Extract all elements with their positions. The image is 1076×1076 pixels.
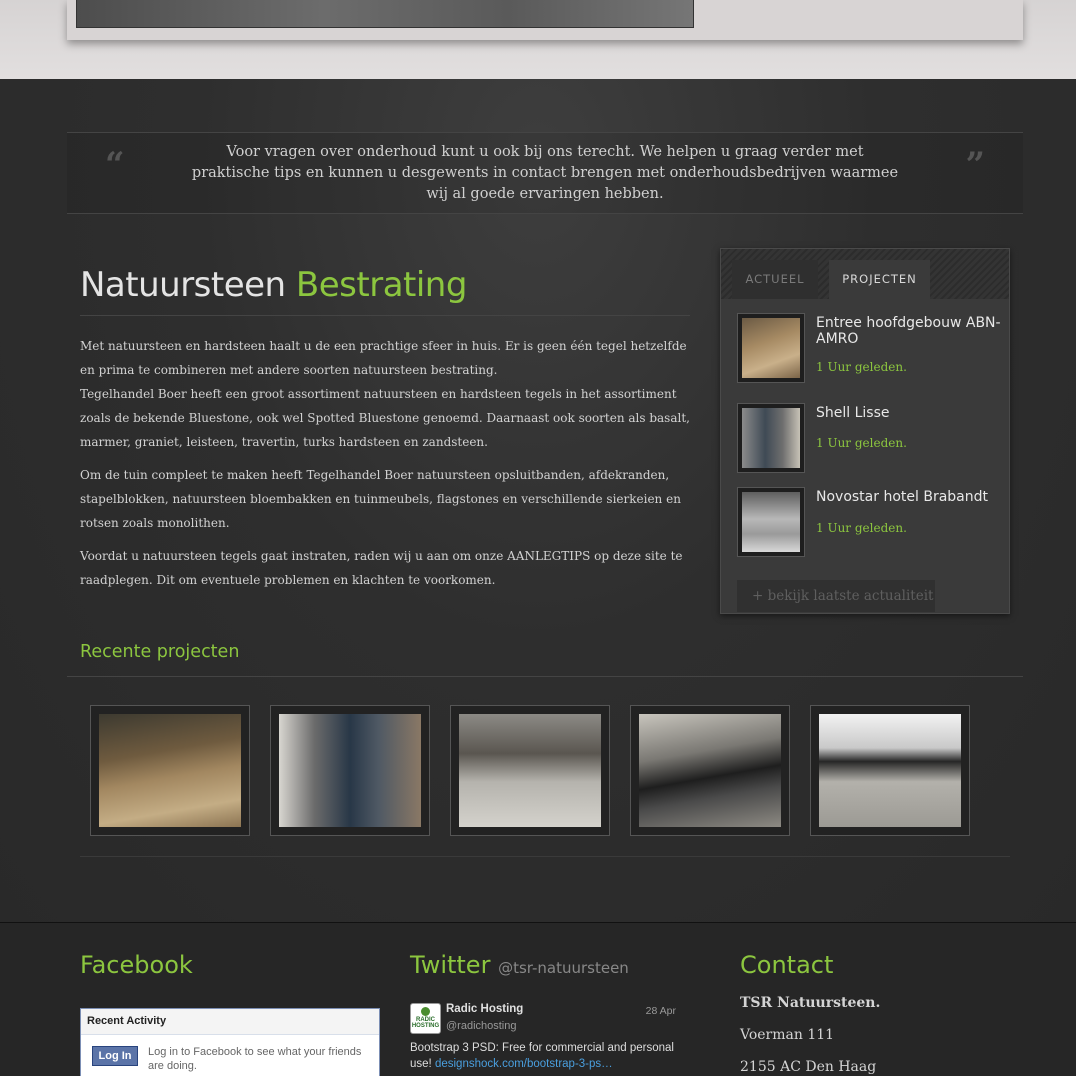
quote-close-icon: ” [965, 145, 985, 185]
news-widget: ACTUEEL PROJECTEN Entree hoofdgebouw ABN… [720, 248, 1010, 614]
tweet-user[interactable]: @radichosting [446, 1020, 516, 1032]
more-news-link[interactable]: + bekijk laatste actualiteit [737, 580, 935, 612]
widget-tabs: ACTUEEL PROJECTEN [721, 249, 1009, 299]
twitter-title: Twitter @tsr-natuursteen [410, 951, 629, 979]
slider-image[interactable] [76, 0, 694, 28]
facebook-login-button[interactable]: Log In [92, 1046, 138, 1066]
footer: Facebook Recent Activity Log In Log in t… [0, 922, 1076, 1076]
contact-details: TSR Natuursteen. Voerman 111 2155 AC Den… [740, 995, 880, 1076]
facebook-title: Facebook [80, 951, 193, 979]
facebook-login-text: Log in to Facebook to see what your frie… [148, 1046, 362, 1072]
twitter-title-text: Twitter [410, 951, 491, 979]
divider [67, 676, 1023, 677]
main-content: “ Voor vragen over onderhoud kunt u ook … [0, 79, 1076, 922]
item-title[interactable]: Shell Lisse [816, 405, 1002, 421]
divider [80, 856, 1010, 857]
address-city: 2155 AC Den Haag [740, 1059, 877, 1075]
project-thumbnail[interactable] [737, 487, 805, 557]
image-slider [67, 0, 1023, 40]
title-accent: Bestrating [295, 265, 468, 305]
project-card[interactable] [630, 705, 790, 836]
quote-open-icon: “ [105, 145, 125, 185]
item-time: 1 Uur geleden. [816, 521, 907, 535]
tweet-avatar[interactable]: RADIC HOSTING [410, 1003, 441, 1034]
article: Natuursteen Bestrating Met natuursteen e… [80, 265, 690, 601]
tweet-author[interactable]: Radic Hosting [446, 1003, 523, 1015]
list-item[interactable]: Entree hoofdgebouw ABN-AMRO 1 Uur gelede… [737, 313, 1002, 389]
quote-text: Voor vragen over onderhoud kunt u ook bi… [191, 144, 899, 202]
item-title[interactable]: Entree hoofdgebouw ABN-AMRO [816, 315, 1002, 347]
company-name: TSR Natuursteen. [740, 995, 881, 1011]
project-thumbnail[interactable] [737, 313, 805, 383]
paragraph-text: Tegelhandel Boer heeft een groot assorti… [80, 387, 690, 449]
article-paragraph: Om de tuin compleet te maken heeft Tegel… [80, 468, 681, 530]
list-item[interactable]: Novostar hotel Brabandt 1 Uur geleden. [737, 487, 999, 563]
article-paragraph: Met natuursteen en hardsteen haalt u de … [80, 334, 690, 454]
title-main: Natuursteen [80, 265, 286, 305]
page-title: Natuursteen Bestrating [80, 265, 690, 316]
article-paragraph: Voordat u natuursteen tegels gaat instra… [80, 549, 683, 587]
project-card[interactable] [270, 705, 430, 836]
list-item[interactable]: Shell Lisse 1 Uur geleden. [737, 403, 999, 479]
tweet-link[interactable]: designshock.com/bootstrap-3-ps… [435, 1058, 613, 1070]
facebook-widget: Recent Activity Log In Log in to Faceboo… [80, 1008, 380, 1076]
paragraph-text: Met natuursteen en hardsteen haalt u de … [80, 339, 687, 377]
tab-actueel[interactable]: ACTUEEL [732, 260, 818, 299]
quote-block: “ Voor vragen over onderhoud kunt u ook … [67, 132, 1023, 214]
item-title[interactable]: Novostar hotel Brabandt [816, 489, 1002, 505]
twitter-handle[interactable]: @tsr-natuursteen [498, 959, 629, 977]
item-time: 1 Uur geleden. [816, 360, 907, 374]
address-street: Voerman 111 [740, 1027, 835, 1043]
logo-icon [421, 1007, 430, 1016]
avatar-text: RADIC HOSTING [411, 1017, 440, 1029]
project-card[interactable] [810, 705, 970, 836]
recent-projects-title: Recente projecten [80, 642, 240, 662]
header-area [0, 0, 1076, 79]
contact-title: Contact [740, 951, 834, 979]
article-body: Met natuursteen en hardsteen haalt u de … [80, 334, 690, 592]
project-thumbnail[interactable] [737, 403, 805, 473]
item-time: 1 Uur geleden. [816, 436, 907, 450]
facebook-widget-header: Recent Activity [81, 1009, 379, 1035]
tweet-text: Bootstrap 3 PSD: Free for commercial and… [410, 1040, 678, 1072]
tweet-date[interactable]: 28 Apr [646, 1005, 676, 1017]
project-card[interactable] [450, 705, 610, 836]
project-card[interactable] [90, 705, 250, 836]
tab-projecten[interactable]: PROJECTEN [829, 260, 930, 299]
